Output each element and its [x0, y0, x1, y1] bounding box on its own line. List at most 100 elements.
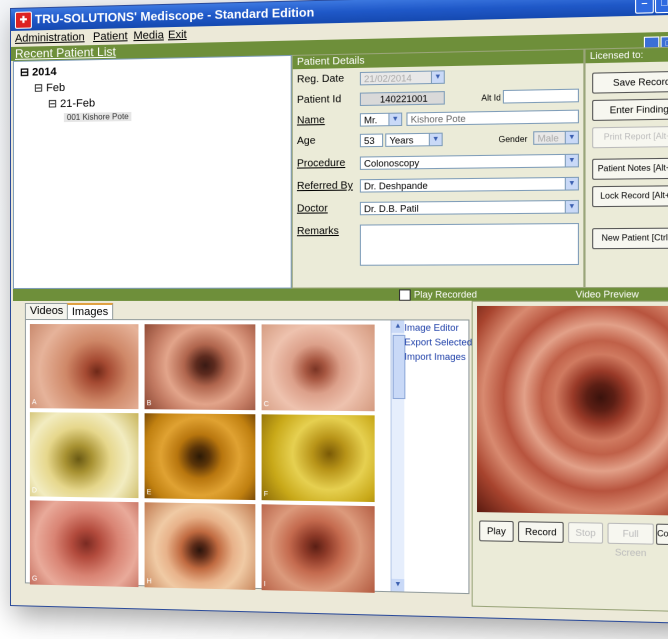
menu-exit[interactable]: Exit [168, 29, 187, 42]
reg-date-value: 21/02/2014 [364, 73, 412, 85]
thumbnail-image[interactable]: A [29, 324, 139, 410]
chevron-down-icon[interactable]: ▼ [564, 131, 578, 144]
import-images-link[interactable]: Import Images [404, 351, 465, 362]
age-value: 53 [364, 135, 375, 147]
configure-button[interactable]: Configure [656, 523, 668, 546]
play-recorded-checkbox[interactable] [399, 289, 411, 301]
thumbnail-image[interactable]: I [261, 504, 375, 593]
chevron-down-icon[interactable]: ▼ [388, 113, 402, 126]
chevron-down-icon[interactable]: ▼ [564, 154, 578, 167]
thumbnail-letter: E [146, 489, 152, 497]
doctor-label: Doctor [296, 203, 328, 215]
patient-details-panel: Patient Details Reg. Date 21/02/2014 ▼ Pa… [291, 48, 585, 289]
remarks-label: Remarks [296, 225, 339, 238]
save-record-button[interactable]: Save Record [592, 70, 668, 94]
patient-notes-button[interactable]: Patient Notes [Alt+PN] [592, 157, 668, 180]
patient-id-value: 140221001 [379, 93, 428, 105]
thumbnail-letter: A [31, 399, 37, 407]
tree-month-label: Feb [46, 81, 66, 95]
doctor-value: Dr. D.B. Patil [364, 203, 419, 215]
remarks-field[interactable] [359, 223, 579, 266]
tree-node-month[interactable]: ⊟ Feb [34, 81, 65, 95]
thumbnail-letter: C [263, 401, 269, 409]
minimize-icon[interactable]: – [635, 0, 654, 14]
procedure-value: Colonoscopy [364, 157, 420, 169]
thumbnail-letter: D [31, 487, 37, 495]
video-preview-display[interactable] [477, 305, 668, 516]
enter-findings-button[interactable]: Enter Findings [592, 98, 668, 121]
tree-day-label: 21-Feb [60, 97, 96, 111]
age-unit-value: Years [389, 135, 414, 146]
thumbnail-image[interactable]: G [29, 500, 139, 588]
reg-date-field[interactable]: 21/02/2014 ▼ [359, 70, 445, 86]
play-recorded-label: Play Recorded [413, 289, 478, 300]
screenshot-background: ✚ TRU-SOLUTIONS' Mediscope - Standard Ed… [0, 0, 668, 639]
recent-patient-tree: ⊟ 2014 ⊟ Feb ⊟ 21-Feb 001 Kishore Pote [12, 54, 292, 289]
thumbnail-image[interactable]: E [144, 413, 256, 501]
image-editor-link[interactable]: Image Editor [404, 323, 458, 333]
license-panel: Licensed to: Save Record Enter Findings … [584, 46, 668, 289]
play-button[interactable]: Play [479, 520, 514, 542]
referred-by-label: Referred By [296, 180, 353, 193]
video-preview-panel: Play Record Stop Full Screen Configure [471, 300, 668, 613]
referred-by-value: Dr. Deshpande [364, 180, 428, 192]
tree-node-day[interactable]: ⊟ 21-Feb [48, 96, 95, 110]
chevron-down-icon[interactable]: ▼ [428, 133, 442, 146]
media-header-bar: Play Recorded Video Preview [12, 287, 668, 301]
patient-name-field[interactable]: Kishore Pote [406, 109, 579, 126]
scroll-up-icon[interactable]: ▲ [391, 320, 405, 333]
window-title: TRU-SOLUTIONS' Mediscope - Standard Edit… [34, 5, 315, 27]
licensed-to-header: Licensed to: [585, 47, 668, 64]
salutation-select[interactable]: Mr. ▼ [359, 112, 403, 127]
referred-by-select[interactable]: Dr. Deshpande ▼ [359, 176, 579, 193]
tab-videos[interactable]: Videos [24, 302, 69, 320]
thumbnail-letter: I [263, 580, 266, 589]
video-preview-label: Video Preview [575, 289, 639, 300]
gender-value: Male [537, 133, 559, 144]
patient-id-field: 140221001 [359, 91, 445, 107]
age-label: Age [296, 135, 316, 148]
reg-date-label: Reg. Date [296, 73, 345, 86]
age-field[interactable]: 53 [359, 133, 384, 148]
calendar-dropdown-icon[interactable]: ▼ [430, 71, 444, 84]
tree-patient-label: 001 Kishore Pote [66, 111, 129, 123]
thumbnail-letter: H [146, 578, 152, 586]
full-screen-button[interactable]: Full Screen [607, 522, 654, 558]
scroll-down-icon[interactable]: ▼ [391, 578, 405, 592]
menu-administration[interactable]: Administration [15, 31, 85, 45]
thumbnail-image[interactable]: D [29, 412, 139, 499]
new-patient-button[interactable]: New Patient [Ctrl+N] [592, 227, 668, 250]
thumbnail-image[interactable]: F [261, 414, 375, 503]
chevron-down-icon[interactable]: ▼ [564, 200, 578, 213]
app-logo-icon: ✚ [14, 11, 32, 29]
menu-media[interactable]: Media [133, 29, 163, 42]
thumbnail-letter: B [146, 400, 152, 408]
gallery-scrollbar[interactable]: ▲ ▼ [390, 320, 406, 592]
chevron-down-icon[interactable]: ▼ [564, 177, 578, 190]
alt-id-label: Alt Id [481, 93, 501, 103]
gender-select[interactable]: Male ▼ [533, 130, 579, 145]
age-unit-select[interactable]: Years ▼ [385, 132, 443, 147]
print-report-button[interactable]: Print Report [Alt+P] [592, 125, 668, 149]
procedure-select[interactable]: Colonoscopy ▼ [359, 153, 579, 170]
tree-node-year[interactable]: ⊟ 2014 [20, 65, 57, 79]
patient-id-label: Patient Id [296, 93, 342, 107]
thumbnail-image[interactable]: B [144, 324, 256, 411]
record-button[interactable]: Record [518, 521, 564, 543]
lock-record-button[interactable]: Lock Record [Alt+PL] [592, 185, 668, 208]
maximize-icon[interactable]: □ [654, 0, 668, 14]
export-selected-link[interactable]: Export Selected [404, 337, 472, 348]
tree-node-patient[interactable]: 001 Kishore Pote [63, 111, 132, 123]
menu-patient[interactable]: Patient [93, 30, 128, 43]
thumbnail-image[interactable]: C [261, 324, 375, 412]
image-gallery: A B C D E F G H I ▲ ▼ Image Editor Expor… [24, 319, 472, 595]
salutation-value: Mr. [364, 115, 378, 126]
thumbnail-image[interactable]: H [144, 502, 256, 590]
stop-button[interactable]: Stop [568, 522, 604, 544]
name-label: Name [296, 114, 325, 127]
gender-label: Gender [498, 134, 528, 145]
alt-id-field[interactable] [502, 88, 579, 104]
app-window: ✚ TRU-SOLUTIONS' Mediscope - Standard Ed… [10, 0, 668, 625]
doctor-select[interactable]: Dr. D.B. Patil ▼ [359, 199, 579, 216]
thumbnail-letter: F [263, 491, 269, 499]
